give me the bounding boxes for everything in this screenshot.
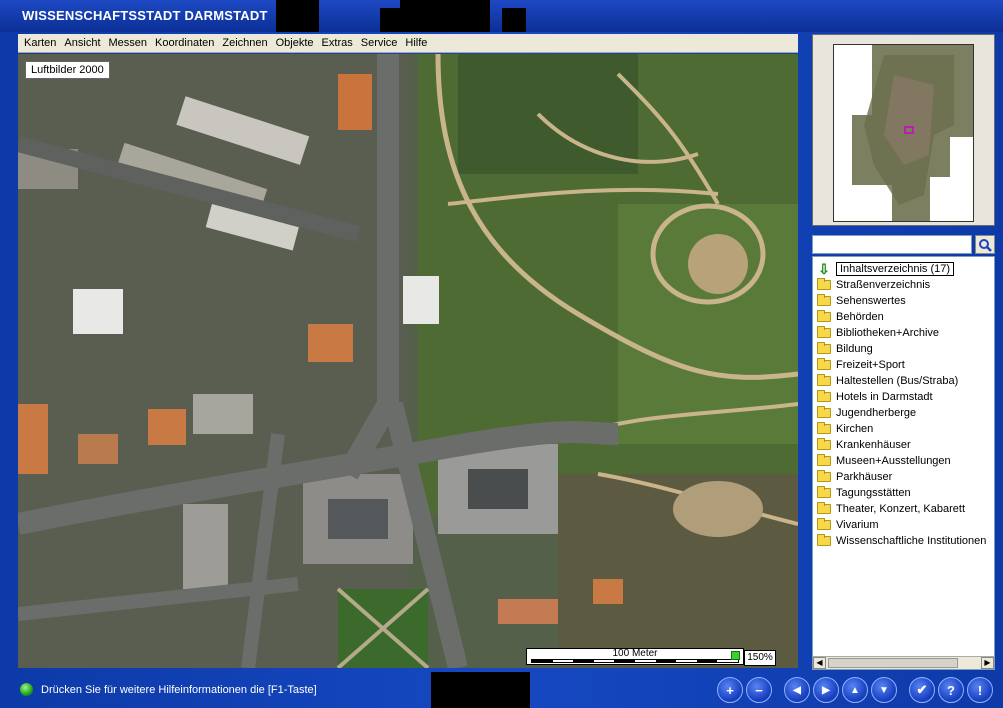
zoom-indicator-icon: [731, 651, 740, 660]
tree-item-theater[interactable]: Theater, Konzert, Kabarett: [817, 501, 965, 517]
help-button[interactable]: ?: [938, 677, 964, 703]
menu-hilfe[interactable]: Hilfe: [405, 37, 427, 49]
folder-icon: [817, 454, 831, 466]
status-bar: Drücken Sie für weitere Hilfeinformation…: [0, 672, 1003, 708]
tree-item-parkhaeuser[interactable]: Parkhäuser: [817, 469, 892, 485]
folder-icon: [817, 390, 831, 402]
scroll-right-icon[interactable]: ▶: [981, 657, 994, 669]
folder-icon: [817, 294, 831, 306]
pan-left-button[interactable]: ◀: [784, 677, 810, 703]
pan-up-button[interactable]: ▲: [842, 677, 868, 703]
title-bar: WISSENSCHAFTSSTADT DARMSTADT: [0, 0, 1003, 32]
tree-item-tagungsstaetten[interactable]: Tagungsstätten: [817, 485, 911, 501]
redacted-block: [431, 672, 530, 708]
search-button[interactable]: [975, 235, 995, 254]
folder-icon: [817, 358, 831, 370]
search-row: [812, 235, 995, 255]
redacted-block: [380, 8, 400, 32]
tree-item-hotels[interactable]: Hotels in Darmstadt: [817, 389, 933, 405]
redacted-block: [502, 8, 526, 32]
menu-messen[interactable]: Messen: [109, 37, 148, 49]
layer-label: Luftbilder 2000: [25, 61, 110, 79]
menu-koordinaten[interactable]: Koordinaten: [155, 37, 214, 49]
content-tree: ⇩ Inhaltsverzeichnis (17) Straßenverzeic…: [812, 256, 995, 670]
ok-button[interactable]: ✔: [909, 677, 935, 703]
tree-item-freizeit[interactable]: Freizeit+Sport: [817, 357, 905, 373]
menu-service[interactable]: Service: [361, 37, 398, 49]
scale-bar: 100 Meter: [526, 648, 744, 665]
scale-label: 100 Meter: [612, 648, 658, 659]
horizontal-scrollbar[interactable]: ◀ ▶: [813, 656, 994, 669]
tree-item-bildung[interactable]: Bildung: [817, 341, 873, 357]
folder-icon: [817, 342, 831, 354]
zoom-out-button[interactable]: −: [746, 677, 772, 703]
status-led-icon: [20, 683, 33, 696]
tree-item-vivarium[interactable]: Vivarium: [817, 517, 879, 533]
tree-item-sehenswertes[interactable]: Sehenswertes: [817, 293, 906, 309]
scroll-left-icon[interactable]: ◀: [813, 657, 826, 669]
status-message: Drücken Sie für weitere Hilfeinformation…: [41, 684, 317, 696]
folder-icon: [817, 502, 831, 514]
menu-bar: Karten Ansicht Messen Koordinaten Zeichn…: [18, 34, 798, 53]
aerial-image: [18, 54, 798, 668]
search-icon: [979, 238, 992, 252]
scroll-thumb[interactable]: [828, 658, 958, 668]
folder-icon: [817, 438, 831, 450]
tree-item-krankenhaeuser[interactable]: Krankenhäuser: [817, 437, 911, 453]
menu-zeichnen[interactable]: Zeichnen: [222, 37, 267, 49]
menu-ansicht[interactable]: Ansicht: [64, 37, 100, 49]
tree-item-strassenverzeichnis[interactable]: Straßenverzeichnis: [817, 277, 930, 293]
scale-ticks: [531, 659, 739, 663]
folder-icon: [817, 470, 831, 482]
pan-right-button[interactable]: ▶: [813, 677, 839, 703]
tree-item-behoerden[interactable]: Behörden: [817, 309, 884, 325]
tree-item-museen[interactable]: Museen+Ausstellungen: [817, 453, 951, 469]
folder-icon: [817, 406, 831, 418]
tree-item-jugendherberge[interactable]: Jugendherberge: [817, 405, 916, 421]
zoom-in-button[interactable]: +: [717, 677, 743, 703]
menu-extras[interactable]: Extras: [322, 37, 353, 49]
folder-icon: [817, 278, 831, 290]
aerial-map[interactable]: Luftbilder 2000 100 Meter 150%: [18, 54, 798, 668]
search-input[interactable]: [812, 235, 972, 254]
folder-icon: [817, 422, 831, 434]
tree-item-haltestellen[interactable]: Haltestellen (Bus/Straba): [817, 373, 958, 389]
zoom-level[interactable]: 150%: [744, 650, 776, 666]
folder-icon: [817, 374, 831, 386]
tree-item-kirchen[interactable]: Kirchen: [817, 421, 873, 437]
tree-root[interactable]: ⇩ Inhaltsverzeichnis (17): [817, 260, 955, 277]
window-title: WISSENSCHAFTSSTADT DARMSTADT: [22, 8, 268, 23]
green-arrow-down-icon: ⇩: [818, 260, 830, 277]
folder-icon: [817, 534, 831, 546]
menu-karten[interactable]: Karten: [24, 37, 56, 49]
folder-icon: [817, 518, 831, 530]
redacted-block: [276, 0, 319, 32]
overview-map[interactable]: [812, 34, 995, 226]
menu-objekte[interactable]: Objekte: [276, 37, 314, 49]
tree-item-wissenschaftliche[interactable]: Wissenschaftliche Institutionen: [817, 533, 986, 549]
folder-icon: [817, 486, 831, 498]
tree-root-label: Inhaltsverzeichnis (17): [836, 262, 955, 276]
overview-map-image: [833, 44, 974, 222]
folder-icon: [817, 310, 831, 322]
info-button[interactable]: !: [967, 677, 993, 703]
pan-down-button[interactable]: ▼: [871, 677, 897, 703]
tree-item-bibliotheken[interactable]: Bibliotheken+Archive: [817, 325, 939, 341]
redacted-block: [400, 0, 490, 32]
folder-icon: [817, 326, 831, 338]
